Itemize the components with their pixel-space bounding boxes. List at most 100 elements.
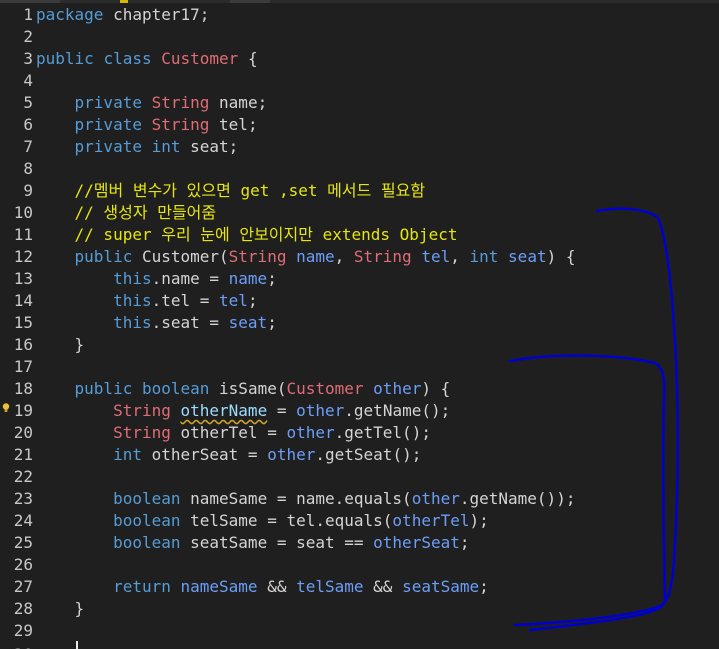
code-token: ) {	[546, 247, 576, 266]
code-line[interactable]: 13 this.name = name;	[0, 268, 277, 290]
code-text[interactable]: String otherTel = other.getTel();	[36, 422, 431, 444]
code-token: return	[113, 577, 171, 596]
tab[interactable]	[0, 0, 60, 3]
code-line[interactable]: 2	[0, 26, 36, 48]
code-line[interactable]: 16 }	[0, 334, 84, 356]
code-token: otherSeat	[373, 533, 460, 552]
code-line[interactable]: 26	[0, 554, 36, 576]
code-text[interactable]: boolean seatSame = seat == otherSeat;	[36, 532, 469, 554]
code-text[interactable]: private String name;	[36, 92, 268, 114]
code-token: String	[151, 93, 210, 112]
code-token: public	[74, 379, 133, 398]
code-text[interactable]: //멤버 변수가 있으면 get ,set 메서드 필요함	[36, 180, 426, 202]
code-line[interactable]: 21 int otherSeat = other.getSeat();	[0, 444, 422, 466]
code-text[interactable]: this.tel = tel;	[36, 290, 258, 312]
code-token: String	[113, 423, 171, 442]
code-line[interactable]: 11 // super 우리 눈에 안보이지만 extends Object	[0, 224, 458, 246]
code-token: seatSame = seat ==	[180, 533, 374, 552]
code-token: otherTel =	[170, 423, 287, 442]
code-line[interactable]: 25 boolean seatSame = seat == otherSeat;	[0, 532, 470, 554]
code-token: this	[113, 313, 152, 332]
code-line[interactable]: 6 private String tel;	[0, 114, 258, 136]
code-text[interactable]: private String tel;	[36, 114, 258, 136]
code-line[interactable]: 28 }	[0, 598, 84, 620]
code-text[interactable]: this.name = name;	[36, 268, 277, 290]
code-token: {	[238, 49, 258, 68]
code-token: name	[228, 269, 268, 288]
code-editor[interactable]: 1 package chapter17; 2 3 public class Custom…	[0, 0, 719, 649]
line-number: 29	[13, 621, 33, 640]
code-text[interactable]: }	[36, 598, 85, 620]
code-text[interactable]: int otherSeat = other.getSeat();	[36, 444, 421, 466]
code-line[interactable]: 14 this.tel = tel;	[0, 290, 258, 312]
code-token: .getName();	[344, 401, 451, 420]
code-text[interactable]: // 생성자 만들어줌	[36, 202, 217, 224]
code-text[interactable]: public Customer(String name, String tel,…	[36, 246, 576, 268]
code-line[interactable]: 5 private String name;	[0, 92, 267, 114]
code-token: .getTel();	[334, 423, 431, 442]
code-line[interactable]: 10 // 생성자 만들어줌	[0, 202, 216, 224]
code-text[interactable]: boolean nameSame = name.equals(other.get…	[36, 488, 575, 510]
code-token: tel	[219, 291, 248, 310]
code-line[interactable]: 12 public Customer(String name, String t…	[0, 246, 576, 268]
code-line[interactable]: 9 //멤버 변수가 있으면 get ,set 메서드 필요함	[0, 180, 425, 202]
code-text[interactable]: package chapter17;	[36, 4, 209, 26]
code-token: .tel =	[151, 291, 220, 310]
code-line[interactable]: 27 return nameSame && telSame && seatSam…	[0, 576, 489, 598]
code-line[interactable]: 17	[0, 356, 36, 378]
code-line[interactable]: 8	[0, 158, 36, 180]
code-text[interactable]: boolean telSame = tel.equals(otherTel);	[36, 510, 489, 532]
code-line[interactable]: 24 boolean telSame = tel.equals(otherTel…	[0, 510, 489, 532]
tab-strip[interactable]	[0, 0, 719, 3]
code-line[interactable]: 7 private int seat;	[0, 136, 238, 158]
code-token: seat	[228, 313, 268, 332]
code-token: this	[113, 291, 152, 310]
code-text[interactable]: public class Customer {	[36, 48, 258, 70]
code-token: other	[286, 423, 335, 442]
tab[interactable]	[230, 0, 270, 3]
code-line[interactable]: 19 String otherName = other.getName();	[0, 400, 451, 422]
code-line[interactable]: 1 package chapter17;	[0, 4, 209, 26]
code-line[interactable]: 29	[0, 620, 36, 642]
code-text[interactable]: private int seat;	[36, 136, 239, 158]
line-number: 15	[13, 313, 33, 332]
code-token: =	[267, 401, 297, 420]
line-number: 26	[13, 555, 33, 574]
lightbulb-icon[interactable]	[2, 403, 10, 413]
code-token: seat;	[180, 137, 239, 156]
code-line[interactable]: 15 this.seat = seat;	[0, 312, 277, 334]
code-line[interactable]: 23 boolean nameSame = name.equals(other.…	[0, 488, 576, 510]
code-warning-token: otherName	[180, 401, 268, 420]
code-text[interactable]: return nameSame && telSame && seatSame;	[36, 576, 489, 598]
code-token: public	[74, 247, 133, 266]
line-number: 27	[13, 577, 33, 596]
text-cursor	[76, 641, 78, 649]
code-text[interactable]: }	[36, 334, 85, 356]
code-text[interactable]: public boolean isSame(Customer other) {	[36, 378, 451, 400]
code-line[interactable]: 3 public class Customer {	[0, 48, 258, 70]
code-token: other	[267, 445, 316, 464]
code-token: boolean	[113, 489, 181, 508]
line-number: 23	[13, 489, 33, 508]
code-token: isSame(	[209, 379, 287, 398]
code-line[interactable]: 22	[0, 466, 36, 488]
code-line[interactable]: 4	[0, 70, 36, 92]
code-token: chapter17;	[103, 5, 210, 24]
code-text[interactable]: String otherName = other.getName();	[36, 400, 450, 422]
code-token: &&	[363, 577, 403, 596]
code-line[interactable]: 18 public boolean isSame(Customer other)…	[0, 378, 451, 400]
code-line[interactable]: 20 String otherTel = other.getTel();	[0, 422, 431, 444]
code-text[interactable]: this.seat = seat;	[36, 312, 277, 334]
code-text[interactable]: // super 우리 눈에 안보이지만 extends Object	[36, 224, 458, 246]
